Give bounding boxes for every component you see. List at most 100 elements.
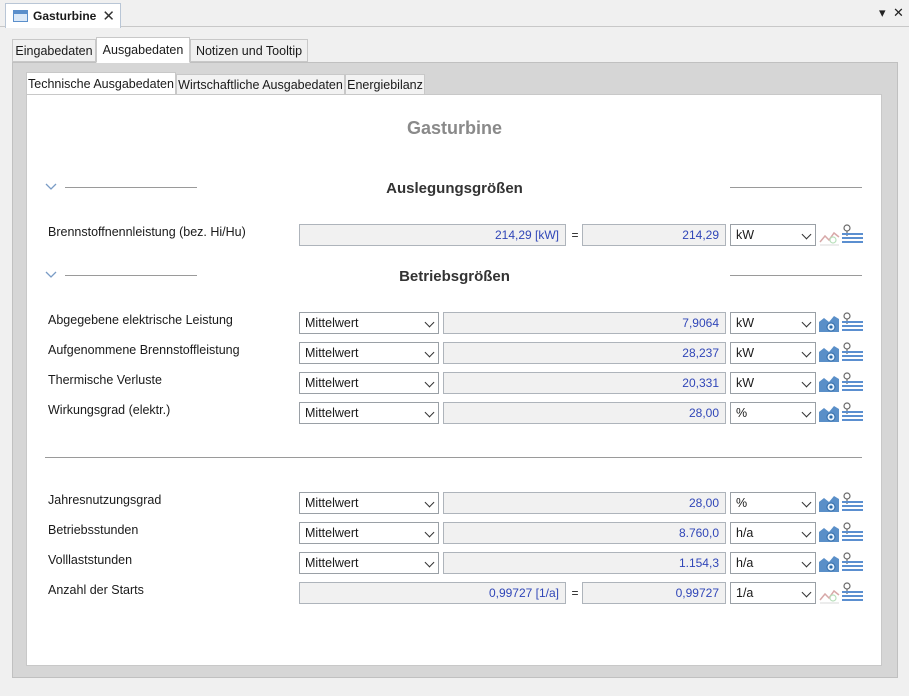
window-icon [13, 10, 28, 22]
document-tab-bar: Gasturbine ✕ ▾ ✕ [0, 0, 909, 28]
mode-select-value: Mittelwert [305, 376, 359, 390]
close-icon[interactable]: ✕ [102, 7, 115, 25]
unit-select-value: % [736, 496, 748, 510]
unit-select-value: kW [736, 376, 755, 390]
mode-select-value: Mittelwert [305, 556, 359, 570]
document-tab-title: Gasturbine [33, 9, 97, 23]
section-title-auslegungsgroessen: Auslegungsgrößen [386, 180, 523, 197]
unit-select-betriebsstunden[interactable]: h/a [730, 522, 816, 544]
mode-select-elektrische-leistung[interactable]: Mittelwert [299, 312, 439, 334]
formula-field-anzahl-der-starts: 0,99727 [1/a] [299, 582, 566, 604]
label-thermische-verluste: Thermische Verluste [48, 373, 162, 387]
unit-select-wirkungsgrad[interactable]: % [730, 402, 816, 424]
pin-list-icon[interactable] [841, 342, 864, 362]
dropdown-menu-icon[interactable]: ▾ [879, 5, 886, 21]
value-field-wirkungsgrad: 28,00 [443, 402, 726, 424]
page-title: Gasturbine [406, 118, 503, 138]
pin-list-icon[interactable] [841, 582, 864, 602]
chevron-down-icon [801, 229, 812, 240]
pin-list-icon[interactable] [841, 224, 864, 244]
value-field-thermische-verluste: 20,331 [443, 372, 726, 394]
value-field-brennstoffleistung: 28,237 [443, 342, 726, 364]
pin-list-icon[interactable] [841, 312, 864, 332]
unit-select-value: h/a [736, 526, 754, 540]
equals-sign: = [571, 228, 579, 242]
mode-select-value: Mittelwert [305, 496, 359, 510]
value-field-volllaststunden: 1.154,3 [443, 552, 726, 574]
area-chart-icon[interactable] [818, 493, 840, 513]
section-title-betriebsgroessen: Betriebsgrößen [399, 268, 510, 285]
tab-eingabedaten[interactable]: Eingabedaten [12, 39, 96, 62]
chevron-down-icon [801, 497, 812, 508]
value-field-elektrische-leistung: 7,9064 [443, 312, 726, 334]
document-tab-gasturbine[interactable]: Gasturbine ✕ [5, 3, 121, 28]
tab-notizen-und-tooltip[interactable]: Notizen und Tooltip [190, 39, 308, 62]
unit-select-anzahl-der-starts[interactable]: 1/a [730, 582, 816, 604]
mode-select-value: Mittelwert [305, 346, 359, 360]
mode-select-value: Mittelwert [305, 406, 359, 420]
mode-select-brennstoffleistung[interactable]: Mittelwert [299, 342, 439, 364]
value-field-anzahl-der-starts: 0,99727 [582, 582, 726, 604]
unit-select-volllaststunden[interactable]: h/a [730, 552, 816, 574]
pin-list-icon[interactable] [841, 552, 864, 572]
value-field-jahresnutzungsgrad: 28,00 [443, 492, 726, 514]
chevron-down-icon [801, 557, 812, 568]
mode-select-wirkungsgrad[interactable]: Mittelwert [299, 402, 439, 424]
area-chart-icon[interactable] [818, 523, 840, 543]
unit-select-value: 1/a [736, 586, 754, 600]
mode-select-jahresnutzungsgrad[interactable]: Mittelwert [299, 492, 439, 514]
unit-select-brennstoffnennleistung[interactable]: kW [730, 224, 816, 246]
value-field-betriebsstunden: 8.760,0 [443, 522, 726, 544]
area-chart-icon[interactable] [818, 313, 840, 333]
area-chart-icon[interactable] [818, 343, 840, 363]
chevron-down-icon [801, 407, 812, 418]
tab-wirtschaftliche-ausgabedaten[interactable]: Wirtschaftliche Ausgabedaten [176, 74, 345, 96]
pin-list-icon[interactable] [841, 492, 864, 512]
area-chart-icon[interactable] [818, 553, 840, 573]
chevron-down-icon [424, 317, 435, 328]
area-chart-icon[interactable] [818, 373, 840, 393]
chevron-down-icon [424, 377, 435, 388]
unit-select-value: kW [736, 316, 755, 330]
label-brennstoffnennleistung: Brennstoffnennleistung (bez. Hi/Hu) [48, 225, 246, 239]
label-elektrische-leistung: Abgegebene elektrische Leistung [48, 313, 233, 327]
line-chart-icon [819, 589, 840, 604]
pin-list-icon[interactable] [841, 372, 864, 392]
label-jahresnutzungsgrad: Jahresnutzungsgrad [48, 493, 162, 507]
unit-select-value: % [736, 406, 748, 420]
chevron-down-icon [801, 527, 812, 538]
mode-select-value: Mittelwert [305, 316, 359, 330]
chevron-down-icon [801, 587, 812, 598]
mode-select-volllaststunden[interactable]: Mittelwert [299, 552, 439, 574]
unit-select-value: kW [736, 346, 755, 360]
chevron-down-icon [801, 347, 812, 358]
tab-technische-ausgabedaten[interactable]: Technische Ausgabedaten [26, 72, 176, 95]
equals-sign: = [571, 586, 579, 600]
mode-select-value: Mittelwert [305, 526, 359, 540]
section-divider [45, 457, 862, 458]
tab-energiebilanz[interactable]: Energiebilanz [345, 74, 425, 96]
unit-select-value: h/a [736, 556, 754, 570]
tab-ausgabedaten[interactable]: Ausgabedaten [96, 37, 190, 63]
window-close-icon[interactable]: ✕ [893, 5, 904, 21]
chevron-down-icon [424, 497, 435, 508]
pin-list-icon[interactable] [841, 522, 864, 542]
label-anzahl-der-starts: Anzahl der Starts [48, 583, 144, 597]
chevron-down-icon [424, 407, 435, 418]
chevron-down-icon [801, 377, 812, 388]
area-chart-icon[interactable] [818, 403, 840, 423]
pin-list-icon[interactable] [841, 402, 864, 422]
unit-select-thermische-verluste[interactable]: kW [730, 372, 816, 394]
value-field-brennstoffnennleistung: 214,29 [582, 224, 726, 246]
mode-select-betriebsstunden[interactable]: Mittelwert [299, 522, 439, 544]
chevron-down-icon [424, 527, 435, 538]
unit-select-brennstoffleistung[interactable]: kW [730, 342, 816, 364]
label-wirkungsgrad: Wirkungsgrad (elektr.) [48, 403, 171, 417]
mode-select-thermische-verluste[interactable]: Mittelwert [299, 372, 439, 394]
unit-select-elektrische-leistung[interactable]: kW [730, 312, 816, 334]
label-betriebsstunden: Betriebsstunden [48, 523, 139, 537]
chevron-down-icon [424, 557, 435, 568]
unit-select-jahresnutzungsgrad[interactable]: % [730, 492, 816, 514]
line-chart-icon [819, 231, 840, 246]
divider [730, 275, 862, 276]
